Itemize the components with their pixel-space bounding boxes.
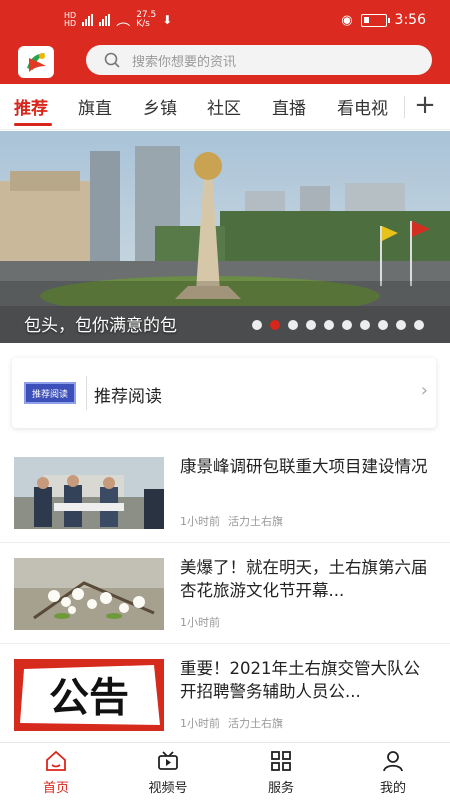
chevron-right-icon: › <box>420 380 428 401</box>
news-meta: 1小时前 <box>180 614 220 630</box>
tab-community[interactable]: 社区 <box>207 94 241 119</box>
news-title: 重要！2021年土右旗交管大队公开招聘警务辅助人员公... <box>180 659 420 701</box>
news-item[interactable]: 康景峰调研包联重大项目建设情况 1小时前 活力土右旗 <box>0 443 450 543</box>
news-title: 美爆了！就在明天，土右旗第六届杏花旅游文化节开幕... <box>180 558 428 600</box>
tab-townships[interactable]: 乡镇 <box>143 94 177 119</box>
recommend-label: 推荐阅读 <box>94 387 162 407</box>
search-icon <box>104 52 120 68</box>
tab-banner-direct[interactable]: 旗直 <box>78 94 112 119</box>
status-bar: HD HD ︵ 27.5 K/s ⬇ ◉ 3:56 <box>0 0 450 40</box>
user-icon <box>383 751 403 772</box>
hd-icon: HD HD <box>64 11 77 28</box>
nav-video[interactable]: 视频号 <box>128 749 208 796</box>
nav-services[interactable]: 服务 <box>241 749 321 796</box>
eye-icon: ◉ <box>341 12 353 28</box>
carousel-dot[interactable] <box>324 320 334 330</box>
add-channel-icon[interactable]: + <box>410 90 440 122</box>
active-tab-indicator <box>14 123 52 126</box>
carousel-dot[interactable] <box>378 320 388 330</box>
tab-divider <box>404 96 405 118</box>
wifi-icon: ︵ <box>116 13 131 29</box>
carousel-dot[interactable] <box>306 320 316 330</box>
news-item[interactable]: 美爆了！就在明天，土右旗第六届杏花旅游文化节开幕... 1小时前 <box>0 544 450 644</box>
search-placeholder: 搜索你想要的资讯 <box>132 54 237 70</box>
app-logo[interactable] <box>18 46 54 78</box>
news-source: 活力土右旗 <box>228 717 283 730</box>
video-icon <box>158 751 178 770</box>
nav-mine[interactable]: 我的 <box>353 749 433 796</box>
grid-icon <box>271 751 291 771</box>
news-time: 1小时前 <box>180 515 220 528</box>
carousel-dots <box>252 320 424 330</box>
status-right: ◉ 3:56 <box>341 12 426 28</box>
news-meta: 1小时前 活力土右旗 <box>180 513 283 529</box>
banner-caption: 包头，包你满意的包 <box>24 316 177 336</box>
nav-label: 视频号 <box>148 781 188 796</box>
recommend-badge: 推荐阅读 <box>24 382 76 404</box>
carousel-dot[interactable] <box>414 320 424 330</box>
logo-icon <box>27 53 46 72</box>
battery-icon <box>360 13 390 27</box>
carousel-dot[interactable] <box>342 320 352 330</box>
notice-thumb-text: 公告 <box>49 675 129 721</box>
status-time: 3:56 <box>394 12 426 28</box>
signal-icon <box>99 14 111 26</box>
signal-icon <box>82 14 94 26</box>
tab-watch-tv[interactable]: 看电视 <box>337 94 388 119</box>
app-header: 搜索你想要的资讯 <box>0 40 450 84</box>
search-bar[interactable]: 搜索你想要的资讯 <box>86 45 432 75</box>
channel-tabs: 推荐 旗直 乡镇 社区 直播 看电视 + <box>0 84 450 130</box>
network-speed: 27.5 K/s <box>136 10 157 29</box>
divider <box>86 376 87 410</box>
news-thumbnail: 公告 <box>14 659 164 731</box>
news-source: 活力土右旗 <box>228 515 283 528</box>
tab-recommend[interactable]: 推荐 <box>14 94 48 119</box>
nav-home[interactable]: 首页 <box>16 749 96 796</box>
news-thumbnail <box>14 457 164 529</box>
carousel-dot[interactable] <box>288 320 298 330</box>
carousel-dot[interactable] <box>396 320 406 330</box>
bottom-navigation: 首页 视频号 服务 我的 <box>0 742 450 800</box>
news-title: 康景峰调研包联重大项目建设情况 <box>180 457 428 476</box>
download-icon: ⬇ <box>162 13 173 27</box>
home-icon <box>46 750 66 771</box>
news-meta: 1小时前 活力土右旗 <box>180 715 283 731</box>
recommend-reading-card[interactable]: 推荐阅读 推荐阅读 › <box>12 358 436 428</box>
nav-label: 首页 <box>42 781 69 796</box>
nav-label: 我的 <box>379 781 406 796</box>
carousel-dot[interactable] <box>360 320 370 330</box>
news-time: 1小时前 <box>180 616 220 629</box>
news-item[interactable]: 公告 重要！2021年土右旗交管大队公开招聘警务辅助人员公... 1小时前 活力土… <box>0 645 450 745</box>
carousel-dot[interactable] <box>270 320 280 330</box>
status-left: HD HD ︵ 27.5 K/s ⬇ <box>64 10 172 30</box>
carousel-dot[interactable] <box>252 320 262 330</box>
banner-carousel[interactable]: 包头，包你满意的包 <box>0 131 450 343</box>
nav-label: 服务 <box>267 781 294 796</box>
news-time: 1小时前 <box>180 717 220 730</box>
news-thumbnail <box>14 558 164 630</box>
tab-live[interactable]: 直播 <box>272 94 306 119</box>
